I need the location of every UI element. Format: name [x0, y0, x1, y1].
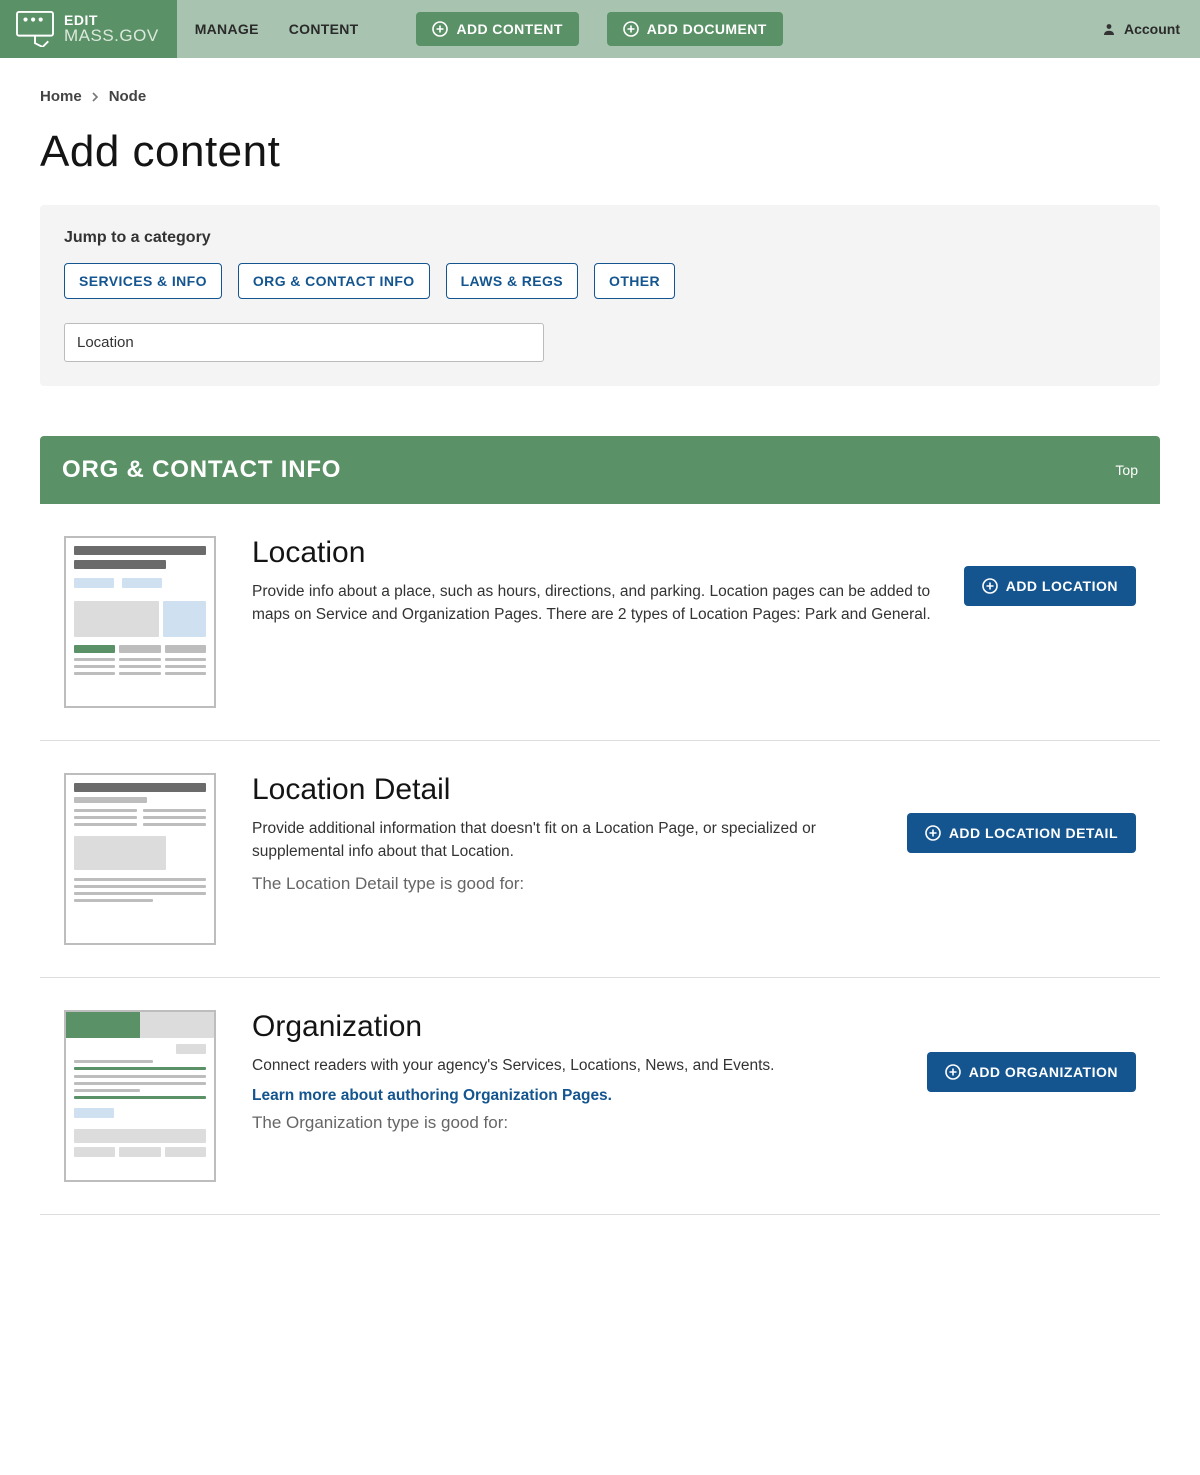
- chip-services-info[interactable]: SERVICES & INFO: [64, 263, 222, 299]
- plus-circle-icon: [982, 578, 998, 594]
- section-header-org-contact: ORG & CONTACT INFO Top: [40, 436, 1160, 504]
- add-document-label: ADD DOCUMENT: [647, 21, 767, 37]
- top-navbar: EDIT MASS.GOV MANAGE CONTENT ADD CONTENT…: [0, 0, 1200, 58]
- add-document-button[interactable]: ADD DOCUMENT: [607, 12, 783, 46]
- page-title: Add content: [40, 127, 1160, 177]
- content-type-subtitle: The Organization type is good for:: [252, 1113, 903, 1133]
- location-thumbnail: [64, 536, 216, 708]
- chip-laws-regs[interactable]: LAWS & REGS: [446, 263, 578, 299]
- account-menu[interactable]: Account: [1102, 0, 1200, 58]
- add-content-label: ADD CONTENT: [456, 21, 562, 37]
- add-organization-button[interactable]: ADD ORGANIZATION: [927, 1052, 1136, 1092]
- search-input[interactable]: [64, 323, 544, 362]
- content-type-card-location-detail: Location Detail Provide additional infor…: [40, 741, 1160, 978]
- organization-doc-link[interactable]: Learn more about authoring Organization …: [252, 1087, 612, 1104]
- user-icon: [1102, 22, 1116, 36]
- content-type-card-location: Location Provide info about a place, suc…: [40, 504, 1160, 741]
- brand-edit-label: EDIT: [64, 13, 159, 28]
- content-type-desc: Provide info about a place, such as hour…: [252, 580, 940, 627]
- section-title: ORG & CONTACT INFO: [62, 456, 341, 484]
- filter-panel: Jump to a category SERVICES & INFO ORG &…: [40, 205, 1160, 386]
- plus-circle-icon: [623, 21, 639, 37]
- plus-circle-icon: [925, 825, 941, 841]
- chip-org-contact-info[interactable]: ORG & CONTACT INFO: [238, 263, 430, 299]
- add-location-label: ADD LOCATION: [1006, 578, 1118, 594]
- add-location-detail-label: ADD LOCATION DETAIL: [949, 825, 1118, 841]
- plus-circle-icon: [432, 21, 448, 37]
- location-detail-thumbnail: [64, 773, 216, 945]
- breadcrumb-home[interactable]: Home: [40, 88, 82, 105]
- chevron-right-icon: [92, 92, 99, 102]
- content-type-card-organization: Organization Connect readers with your a…: [40, 978, 1160, 1215]
- account-label: Account: [1124, 21, 1180, 37]
- content-type-title: Organization: [252, 1010, 903, 1044]
- organization-thumbnail: [64, 1010, 216, 1182]
- section-top-link[interactable]: Top: [1115, 462, 1138, 478]
- breadcrumb-node[interactable]: Node: [109, 88, 147, 105]
- brand[interactable]: EDIT MASS.GOV: [0, 0, 177, 58]
- brand-mass-label: MASS.GOV: [64, 27, 159, 45]
- content-type-title: Location Detail: [252, 773, 883, 807]
- nav-manage[interactable]: MANAGE: [195, 21, 259, 37]
- chip-other[interactable]: OTHER: [594, 263, 675, 299]
- add-content-button[interactable]: ADD CONTENT: [416, 12, 578, 46]
- top-nav-links: MANAGE CONTENT ADD CONTENT ADD DOCUMENT: [177, 0, 783, 58]
- content-type-desc: Connect readers with your agency's Servi…: [252, 1054, 903, 1077]
- breadcrumb: Home Node: [40, 88, 1160, 105]
- nav-content[interactable]: CONTENT: [289, 21, 359, 37]
- plus-circle-icon: [945, 1064, 961, 1080]
- content-type-title: Location: [252, 536, 940, 570]
- content-type-desc: Provide additional information that does…: [252, 817, 883, 864]
- filter-title: Jump to a category: [64, 229, 1136, 247]
- brand-logo-icon: [16, 11, 54, 47]
- add-organization-label: ADD ORGANIZATION: [969, 1064, 1118, 1080]
- add-location-button[interactable]: ADD LOCATION: [964, 566, 1136, 606]
- add-location-detail-button[interactable]: ADD LOCATION DETAIL: [907, 813, 1136, 853]
- content-type-subtitle: The Location Detail type is good for:: [252, 874, 883, 894]
